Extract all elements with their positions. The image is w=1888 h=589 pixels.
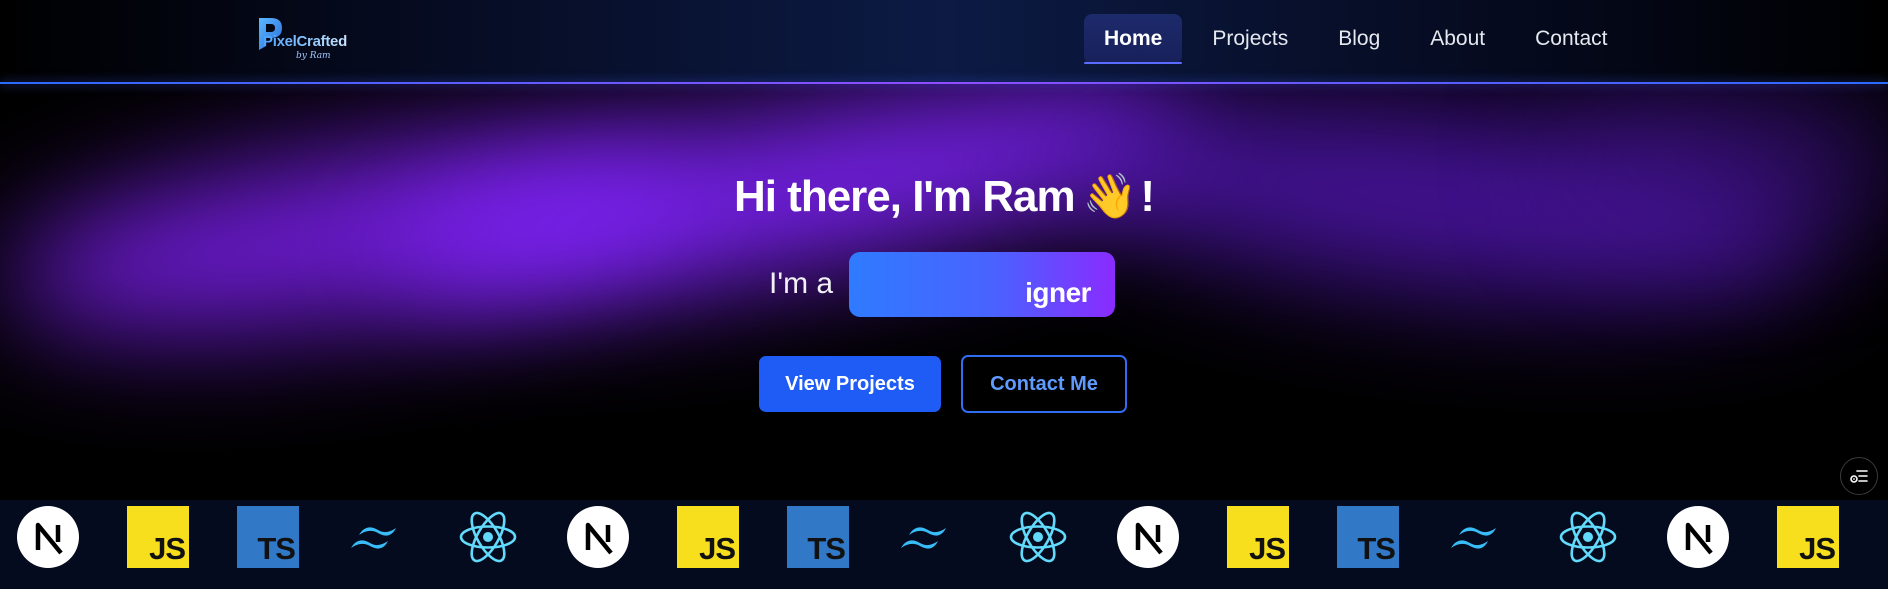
js-label: JS (1799, 531, 1836, 566)
portfolio-page: PixelCrafted by Ram Home Projects Blog A… (0, 0, 1888, 589)
js-icon: JS (127, 506, 189, 568)
nav-home[interactable]: Home (1084, 14, 1183, 64)
nav-about[interactable]: About (1410, 14, 1505, 64)
role-row: I'm a igner (769, 251, 1116, 317)
header-divider (0, 82, 1888, 84)
nextjs-icon (567, 506, 629, 568)
hero-title-exclaim: ! (1140, 172, 1155, 221)
nav-blog[interactable]: Blog (1318, 14, 1400, 64)
nav-projects[interactable]: Projects (1192, 14, 1308, 64)
hero-title-text: Hi there, I'm Ram (733, 172, 1076, 221)
typing-role-text: igner (1025, 276, 1092, 308)
js-icon: JS (1777, 506, 1839, 568)
ts-label: TS (1357, 531, 1396, 566)
role-prefix: I'm a (769, 267, 834, 300)
ts-label: TS (807, 531, 846, 566)
wave-hand-icon: 👋 (1082, 171, 1138, 222)
ts-icon: TS (1337, 506, 1399, 568)
ts-label: TS (257, 531, 296, 566)
tailwind-icon (1447, 506, 1509, 568)
view-projects-button[interactable]: View Projects (759, 356, 941, 412)
main-nav: Home Projects Blog About Contact (1084, 14, 1638, 64)
js-icon: JS (677, 506, 739, 568)
tailwind-icon (347, 506, 409, 568)
contact-me-button[interactable]: Contact Me (961, 355, 1127, 413)
js-label: JS (149, 531, 186, 566)
react-icon (457, 506, 519, 568)
react-icon (1007, 506, 1069, 568)
hero-actions: View Projects Contact Me (759, 355, 1127, 413)
tech-stack-strip: JS TS JS TS JS TS JS (0, 500, 1888, 589)
logo-tagline: by Ram (296, 51, 331, 61)
nav-contact[interactable]: Contact (1515, 14, 1627, 64)
js-label: JS (1249, 531, 1286, 566)
settings-list-icon (1850, 470, 1868, 483)
ts-icon: TS (787, 506, 849, 568)
typing-role-box: igner (849, 251, 1116, 317)
js-icon: JS (1227, 506, 1289, 568)
nextjs-icon (1667, 506, 1729, 568)
logo[interactable]: PixelCrafted by Ram (256, 14, 366, 64)
nextjs-icon (17, 506, 79, 568)
js-label: JS (699, 531, 736, 566)
tailwind-icon (897, 506, 959, 568)
logo-name: PixelCrafted (263, 33, 347, 50)
floating-settings-button[interactable] (1840, 457, 1878, 495)
react-icon (1557, 506, 1619, 568)
hero-section: Hi there, I'm Ram 👋! I'm a igner View Pro… (0, 84, 1888, 500)
site-header: PixelCrafted by Ram Home Projects Blog A… (0, 0, 1888, 83)
hero-title: Hi there, I'm Ram 👋! (0, 170, 1888, 222)
ts-icon: TS (237, 506, 299, 568)
nextjs-icon (1117, 506, 1179, 568)
